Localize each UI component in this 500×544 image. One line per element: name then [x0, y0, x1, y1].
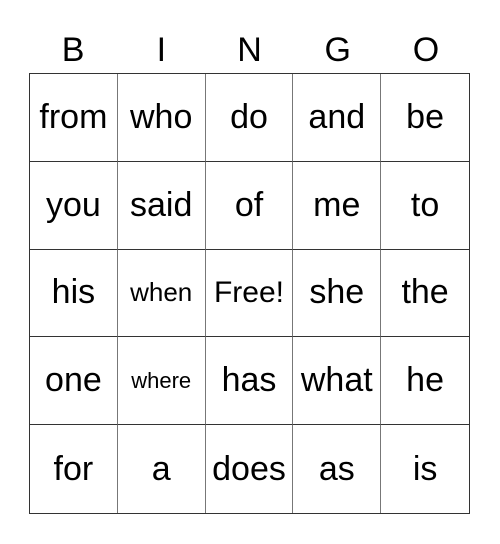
bingo-cell: is [412, 449, 438, 488]
bingo-cell: a [118, 425, 206, 513]
header-letter-n: N [237, 31, 262, 69]
bingo-cell: be [381, 74, 469, 162]
bingo-cell: his [30, 249, 118, 338]
bingo-cell: does [206, 425, 294, 513]
free-space-cell: Free! [205, 249, 294, 338]
bingo-cell: said [117, 161, 206, 250]
bingo-cell: has [205, 337, 294, 426]
bingo-cell: when [117, 249, 206, 338]
bingo-cell: of [205, 161, 294, 250]
bingo-cell: she [293, 249, 382, 338]
bingo-cell: do [205, 74, 294, 162]
header-letter-b: B [61, 31, 85, 69]
bingo-cell: me [293, 161, 382, 250]
bingo-cell: who [117, 74, 206, 162]
bingo-cell: you [30, 161, 118, 250]
bingo-cell: and [293, 74, 382, 162]
bingo-grid: from who do and be you said of me to his when Free! s… [29, 73, 470, 514]
bingo-cell: what [293, 337, 382, 426]
bingo-cell: where [117, 337, 206, 426]
bingo-cell: he [381, 337, 469, 426]
bingo-cell: the [381, 250, 469, 338]
bingo-cell: for [30, 425, 118, 513]
bingo-cell: to [381, 162, 469, 250]
header-letter-i: I [156, 31, 167, 69]
bingo-cell: one [30, 337, 118, 426]
header-letter-o: O [412, 31, 440, 69]
bingo-cell: as [293, 425, 382, 513]
header-letter-g: G [324, 31, 351, 69]
bingo-header: B I N G O [29, 28, 470, 72]
bingo-cell: from [30, 74, 118, 162]
